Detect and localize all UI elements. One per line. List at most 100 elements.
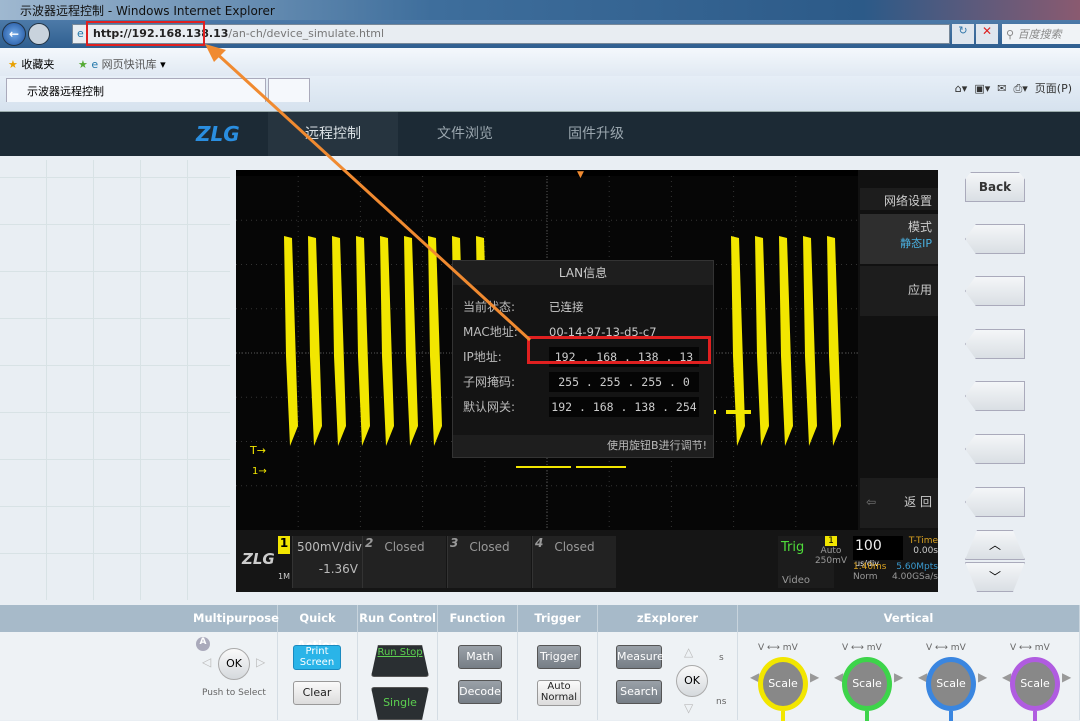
favorites-button[interactable]: ★ 收藏夹 [8,56,54,72]
seconds-label: s [719,653,724,663]
section-divider [357,632,358,720]
section-header: zExplorer [598,605,738,632]
section-header: Trigger [518,605,598,632]
scale-right-arrow[interactable]: ▶ [1062,670,1071,684]
clear-button[interactable]: Clear [293,681,341,705]
ch4-scale-knob[interactable]: Scale [1010,657,1060,711]
scale-right-arrow[interactable]: ▶ [894,670,903,684]
trigger-settings[interactable]: 1 Auto 250mV [812,536,850,588]
down-arrow[interactable]: ▽ [684,701,693,715]
single-button[interactable]: Single [371,687,429,720]
waveform-burst [803,236,817,446]
soft-button-6[interactable] [965,487,1025,517]
menu-item-mode[interactable]: 模式 静态IP [860,214,938,264]
scale-right-arrow[interactable]: ▶ [978,670,987,684]
menu-title: 网络设置 [860,188,938,210]
auto-normal-button[interactable]: Auto Normal [537,680,581,706]
section-header: Vertical [738,605,1080,632]
back-button[interactable]: ← [2,22,26,46]
ch1-badge[interactable]: 1 [278,536,290,554]
lan-label: 默认网关: [463,400,516,414]
menu-item-back[interactable]: ⇦ 返 回 [860,478,938,528]
ch1-marker: 1→ [252,466,267,477]
section-header: Multipurpose [193,605,279,632]
forward-button[interactable] [28,23,50,45]
zlg-logo: ZLG [196,122,240,146]
add-favorite-icon: ★ [78,58,88,71]
scroll-up-button[interactable]: ︿ [965,530,1025,560]
trigger-button[interactable]: Trigger [537,645,581,669]
ch1-scale-knob[interactable]: Scale [758,657,808,711]
waveform-burst [308,236,322,446]
ch3-info[interactable]: 3 Closed [447,536,531,588]
lan-label: MAC地址: [463,325,518,339]
feed-icon[interactable]: ▣▾ [974,82,990,95]
push-to-select-label: Push to Select [202,688,266,698]
waveform-burst [755,236,769,446]
command-bar: ⌂▾ ▣▾ ✉ ⎙▾ 页面(P) [955,80,1072,96]
measure-button[interactable]: Measure [616,645,664,669]
right-arrow[interactable]: ▷ [256,655,265,669]
exit-icon: ⇦ [866,495,877,509]
soft-button-2[interactable] [965,276,1025,306]
v-mv-label: V ⟷ mV [842,643,882,653]
decode-button[interactable]: Decode [458,680,502,704]
waveform-segment [726,410,751,414]
trigger-level-marker: T→ [250,444,266,457]
v-mv-label: V ⟷ mV [758,643,798,653]
section-divider [517,632,518,720]
star-icon: ★ [8,58,18,71]
section-divider [277,632,278,720]
soft-back-button[interactable]: Back [965,172,1025,202]
print-screen-button[interactable]: Print Screen [293,645,341,670]
soft-button-4[interactable] [965,381,1025,411]
lan-label: 子网掩码: [463,375,516,389]
scale-right-arrow[interactable]: ▶ [810,670,819,684]
math-button[interactable]: Math [458,645,502,669]
soft-button-5[interactable] [965,434,1025,464]
soft-button-1[interactable] [965,224,1025,254]
lan-value[interactable]: 255 . 255 . 255 . 0 [549,372,699,392]
favorites-bar: ★ 收藏夹 ★ e 网页快讯库 ▾ [0,48,1080,78]
up-arrow[interactable]: △ [684,645,693,659]
window-title-bar: 示波器远程控制 - Windows Internet Explorer [0,0,1080,22]
home-icon[interactable]: ⌂▾ [955,82,968,95]
waveform-burst [380,236,394,446]
ch4-info[interactable]: 4 Closed [532,536,616,588]
ch2-info[interactable]: 2 Closed [362,536,446,588]
print-icon[interactable]: ⎙▾ [1013,82,1027,95]
refresh-button[interactable]: ↻ [952,24,974,44]
waveform-burst [356,236,370,446]
waveform-burst [332,236,346,446]
lan-value[interactable]: 192 . 168 . 138 . 254 [549,397,699,417]
tab-remote-control[interactable]: 远程控制 [268,112,398,156]
browser-tab[interactable]: 示波器远程控制 [6,78,266,102]
page-menu[interactable]: 页面(P) [1035,82,1072,95]
multipurpose-ok-button[interactable]: OK [218,648,250,680]
ch1-info[interactable]: 500mV/div -1.36V [292,536,362,588]
stop-button[interactable]: ✕ [976,24,998,44]
menu-item-apply[interactable]: 应用 [860,266,938,316]
section-divider [597,632,598,720]
run-stop-button[interactable]: Run Stop [371,645,429,677]
tab-file-browse[interactable]: 文件浏览 [400,112,530,156]
scroll-down-button[interactable]: ﹀ [965,562,1025,592]
search-button[interactable]: Search [616,680,662,704]
tab-firmware-upgrade[interactable]: 固件升级 [531,112,661,156]
scope-screen: ▼ T→ 1→ LAN信息 当前状态: 已连接 MAC地址: 00-14-97-1… [236,170,938,592]
side-menu: 网络设置 模式 静态IP 应用 ⇦ 返 回 [858,170,938,530]
zlg-status-logo: ZLG [242,550,275,568]
ch3-scale-knob[interactable]: Scale [926,657,976,711]
new-tab-button[interactable] [268,78,310,102]
nanoseconds-label: ns [716,697,727,707]
v-mv-label: V ⟷ mV [926,643,966,653]
mail-icon[interactable]: ✉ [997,82,1006,95]
search-box[interactable]: ⚲ 百度搜索 [1002,24,1080,44]
left-arrow[interactable]: ◁ [202,655,211,669]
quicklinks-button[interactable]: ★ e 网页快讯库 ▾ [78,56,166,72]
ch2-scale-knob[interactable]: Scale [842,657,892,711]
waveform-segment [576,466,626,468]
zexplorer-ok-button[interactable]: OK [676,665,708,697]
soft-button-3[interactable] [965,329,1025,359]
timebase[interactable]: 100 us/div [853,536,903,568]
